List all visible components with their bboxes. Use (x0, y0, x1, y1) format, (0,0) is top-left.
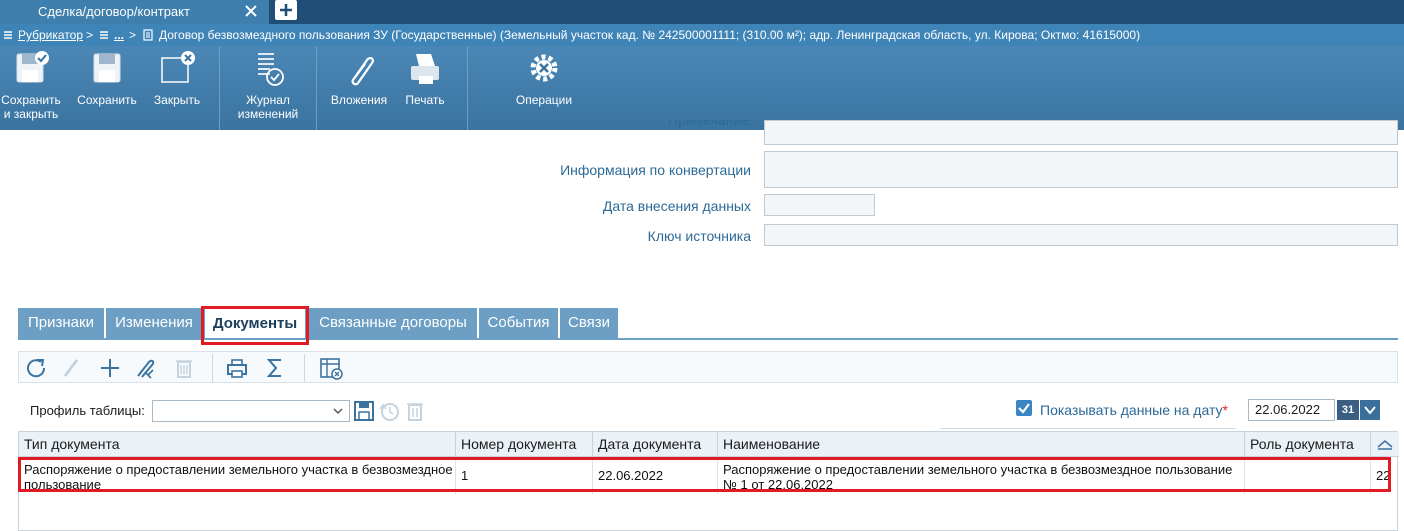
save-and-close-button[interactable]: Сохранить и закрыть (0, 46, 62, 130)
close-label: Закрыть (153, 93, 201, 107)
tab-links[interactable]: Связи (560, 308, 618, 338)
conversion-info-field[interactable] (764, 151, 1398, 188)
attach-icon[interactable] (131, 356, 157, 380)
toolbar-separator (467, 46, 468, 130)
show-date-text: Показывать данные на дату (1040, 402, 1223, 418)
date-input[interactable]: 22.06.2022 (1248, 399, 1335, 421)
add-icon[interactable] (97, 356, 123, 380)
show-date-checkbox[interactable] (1016, 400, 1032, 416)
note-label: Примечание (668, 120, 750, 128)
breadcrumb-separator: > (86, 28, 94, 42)
checkmark-icon (1018, 403, 1030, 414)
column-settings-icon (1377, 440, 1393, 451)
chevron-down-icon (333, 408, 343, 415)
column-header-date[interactable]: Дата документа (593, 432, 718, 457)
gear-icon (530, 54, 558, 82)
save-close-icon (16, 51, 49, 83)
column-header-number[interactable]: Номер документа (456, 432, 593, 457)
save-and-close-label: Сохранить и закрыть (1, 93, 61, 121)
refresh-icon[interactable] (23, 356, 49, 380)
tab-events[interactable]: События (479, 308, 558, 338)
highlight-box (18, 457, 1391, 492)
save-button[interactable]: Сохранить (72, 46, 142, 130)
document-tab[interactable]: Сделка/договор/контракт (0, 0, 269, 24)
main-toolbar: Сохранить и закрыть Сохранить Закрыть Жур… (0, 46, 1404, 130)
grid-toolbar-separator (304, 354, 305, 382)
close-icon[interactable] (242, 2, 260, 20)
breadcrumb-separator: > (129, 28, 137, 42)
operations-button[interactable]: Операции (504, 46, 584, 130)
list-icon (4, 31, 12, 39)
source-key-field[interactable] (764, 224, 1398, 246)
table-profile-label: Профиль таблицы: (30, 403, 145, 418)
delete-profile-icon[interactable] (405, 400, 425, 422)
reset-profile-icon[interactable] (378, 400, 400, 422)
table-profile-select[interactable] (152, 400, 350, 422)
save-label: Сохранить (77, 93, 137, 107)
calendar-icon: 31 (1341, 404, 1355, 416)
show-date-label: Показывать данные на дату* (1040, 402, 1228, 418)
document-icon (143, 29, 153, 41)
note-label-clip: Примечание (660, 120, 760, 130)
column-header-type[interactable]: Тип документа (19, 432, 456, 457)
document-tab-strip: Сделка/договор/контракт (0, 0, 1404, 24)
toolbar-separator (316, 46, 317, 130)
chevron-down-icon (1364, 406, 1376, 415)
column-header-extra[interactable] (1371, 432, 1399, 457)
entry-date-field[interactable] (764, 194, 875, 216)
save-icon (93, 53, 121, 83)
delete-icon[interactable] (171, 356, 197, 380)
tab-attributes[interactable]: Признаки (18, 308, 104, 338)
grid-toolbar-separator (212, 354, 213, 382)
source-key-label: Ключ источника (647, 228, 751, 244)
operations-label: Операции (515, 93, 573, 107)
entry-date-label: Дата внесения данных (602, 198, 751, 214)
highlight-box (201, 306, 309, 345)
print-button[interactable]: Печать (396, 46, 454, 130)
change-journal-button[interactable]: Журнал изменений (229, 46, 307, 130)
journal-icon (258, 53, 284, 86)
attachments-button[interactable]: Вложения (326, 46, 392, 130)
tab-changes[interactable]: Изменения (106, 308, 202, 338)
breadcrumb-middle-link[interactable]: ... (114, 28, 124, 42)
sum-icon[interactable] (262, 356, 288, 380)
column-header-name[interactable]: Наименование (718, 432, 1245, 457)
attachments-label: Вложения (330, 93, 388, 107)
print-label: Печать (405, 93, 445, 107)
grid-toolbar (18, 351, 1398, 383)
divider (940, 428, 1236, 429)
close-window-icon (161, 51, 195, 83)
note-field[interactable] (764, 120, 1398, 145)
tab-related-contracts[interactable]: Связанные договоры (309, 308, 477, 338)
breadcrumb: Рубрикатор > ... > Договор безвозмездног… (0, 24, 1404, 46)
close-button[interactable]: Закрыть (146, 46, 208, 130)
plus-icon (280, 4, 292, 16)
breadcrumb-current: Договор безвозмездного пользования ЗУ (Г… (159, 28, 1141, 42)
new-tab-button[interactable] (275, 0, 297, 20)
conversion-info-label: Информация по конвертации (560, 162, 751, 178)
document-tab-label: Сделка/договор/контракт (38, 4, 190, 19)
print-icon[interactable] (224, 356, 250, 380)
table-settings-icon[interactable] (318, 356, 344, 380)
printer-icon (411, 54, 439, 84)
calendar-button[interactable]: 31 (1337, 400, 1359, 420)
save-profile-icon[interactable] (353, 400, 375, 422)
change-journal-label: Журнал изменений (237, 93, 299, 121)
paperclip-icon (351, 57, 375, 86)
edit-icon[interactable] (57, 356, 83, 380)
toolbar-separator (219, 46, 220, 130)
required-mark: * (1222, 402, 1228, 418)
column-header-role[interactable]: Роль документа (1245, 432, 1371, 457)
date-dropdown-button[interactable] (1360, 400, 1380, 420)
breadcrumb-root-link[interactable]: Рубрикатор (18, 28, 83, 42)
list-icon (100, 31, 108, 39)
